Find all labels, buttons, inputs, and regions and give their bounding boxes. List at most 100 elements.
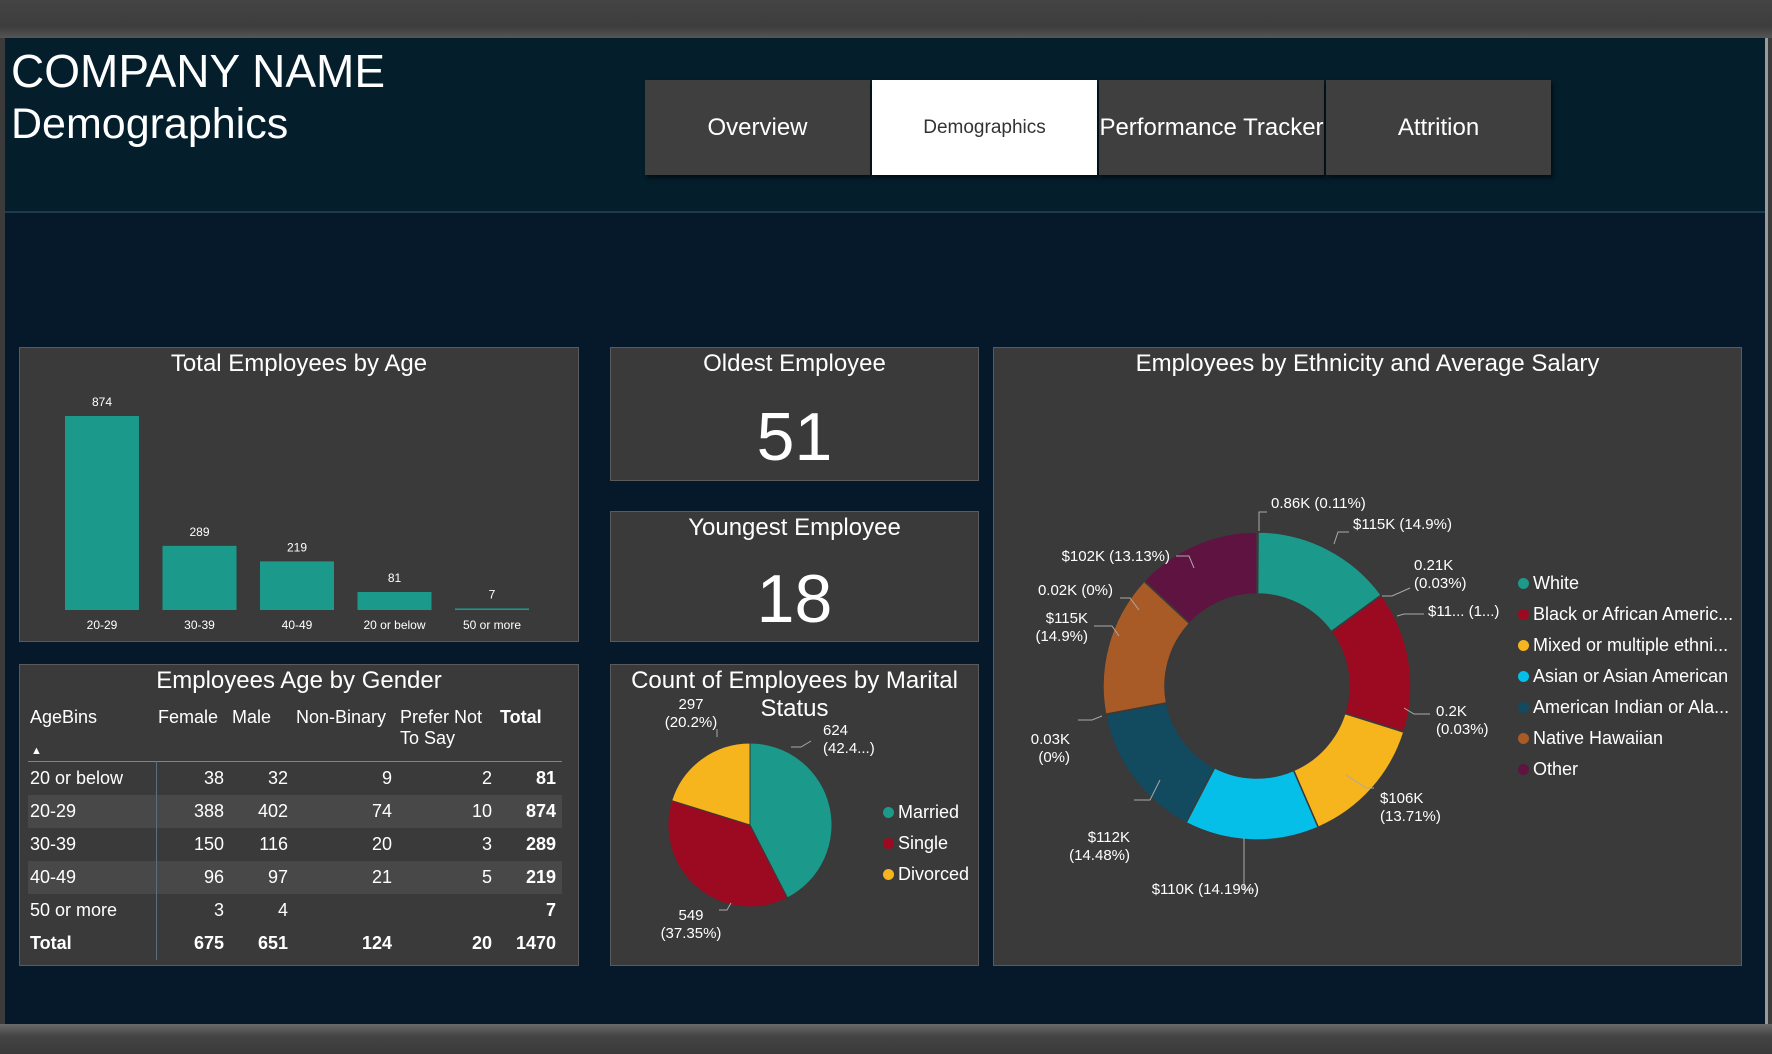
legend-item-divorced[interactable]: Divorced [883, 859, 969, 890]
bar-category-label: 40-49 [282, 618, 313, 632]
table-cell: 4 [277, 900, 288, 920]
bar-category-label: 20 or below [363, 618, 425, 632]
legend-item-married[interactable]: Married [883, 797, 969, 828]
column-header-total[interactable]: Total [498, 703, 562, 762]
oldest-employee-title: Oldest Employee [703, 350, 886, 377]
donut-data-label: 0.2K [1436, 703, 1467, 720]
donut-data-label: $115K (14.9%) [1353, 516, 1452, 533]
donut-data-label: 0.03K [1031, 731, 1070, 748]
marital-status-legend: Married Single Divorced [883, 797, 969, 890]
column-header-prefer-not-to-say[interactable]: Prefer Not To Say [398, 703, 498, 762]
pie-data-label: (42.4...) [823, 740, 875, 757]
pie-data-label: (20.2%) [665, 714, 718, 731]
donut-data-label: 0.21K [1414, 557, 1453, 574]
donut-data-label: 0.86K (0.11%) [1271, 495, 1366, 512]
legend-label: White [1533, 573, 1580, 593]
legend-dot [1518, 671, 1529, 682]
column-header-agebins[interactable]: AgeBins ▲ [28, 703, 156, 762]
donut-data-label: (13.71%) [1380, 808, 1441, 825]
table-cell: Total [28, 927, 157, 960]
table-row[interactable]: 40-49 96 97 21 5 219 [28, 861, 562, 894]
company-name: COMPANY NAME [11, 45, 386, 97]
bar-value-label: 219 [287, 540, 307, 554]
window-top-bar [0, 0, 1772, 38]
legend-item-native-hawaiian[interactable]: Native Hawaiian [1518, 723, 1733, 754]
ethnicity-salary-panel: Employees by Ethnicity and Average Salar… [993, 347, 1742, 966]
table-row[interactable]: 20 or below 38 32 9 2 81 [28, 761, 562, 795]
donut-data-label: $106K [1380, 790, 1423, 807]
nav-button-demographics[interactable]: Demographics [872, 80, 1097, 175]
bar-20-29[interactable] [65, 416, 139, 610]
report-canvas: COMPANY NAME Demographics Overview Demog… [5, 38, 1768, 1024]
nav-button-attrition[interactable]: Attrition [1326, 80, 1551, 175]
bar-category-label: 30-39 [184, 618, 215, 632]
table-cell: 116 [259, 834, 288, 854]
bar-category-label: 50 or more [463, 618, 521, 632]
legend-label: American Indian or Ala... [1533, 697, 1730, 717]
legend-item-mixed[interactable]: Mixed or multiple ethni... [1518, 630, 1733, 661]
table-total-row: Total 675 651 124 20 1470 [28, 927, 562, 960]
donut-data-label: (14.48%) [1069, 847, 1130, 864]
legend-label: Married [898, 802, 960, 822]
legend-item-single[interactable]: Single [883, 828, 969, 859]
legend-label: Mixed or multiple ethni... [1533, 635, 1729, 655]
legend-dot [883, 838, 894, 849]
bar-40-49[interactable] [260, 561, 334, 610]
table-cell: 20 [471, 933, 492, 953]
legend-dot [1518, 640, 1529, 651]
pie-data-label: 297 [678, 696, 703, 713]
report-header: COMPANY NAME Demographics Overview Demog… [5, 38, 1765, 213]
legend-dot [883, 869, 894, 880]
donut-data-label: (0.03%) [1436, 721, 1489, 738]
column-header-female[interactable]: Female [156, 703, 230, 762]
legend-label: Native Hawaiian [1533, 728, 1664, 748]
legend-dot [1518, 733, 1529, 744]
table-cell: 150 [193, 834, 224, 854]
legend-item-white[interactable]: White [1518, 568, 1733, 599]
table-cell: 675 [193, 933, 224, 953]
legend-dot [1518, 764, 1529, 775]
legend-label: Other [1533, 759, 1579, 779]
donut-data-label: $115K [1046, 610, 1088, 627]
legend-dot [1518, 702, 1529, 713]
table-cell: 40-49 [28, 861, 157, 894]
nav-button-overview[interactable]: Overview [645, 80, 870, 175]
ethnicity-legend: White Black or African Americ... Mixed o… [1518, 568, 1733, 785]
column-header-non-binary[interactable]: Non-Binary [294, 703, 398, 762]
table-row[interactable]: 30-39 150 116 20 3 289 [28, 828, 562, 861]
table-row[interactable]: 50 or more 3 4 7 [28, 894, 562, 927]
table-cell: 97 [230, 861, 294, 894]
table-cell: 7 [545, 900, 556, 920]
legend-item-black-or-african-american[interactable]: Black or African Americ... [1518, 599, 1733, 630]
table-cell: 1470 [515, 933, 556, 953]
donut-data-label: $112K [1088, 829, 1130, 846]
column-header-male[interactable]: Male [230, 703, 294, 762]
donut-data-label: 0.02K (0%) [1038, 582, 1113, 599]
table-cell: 21 [294, 861, 398, 894]
sort-ascending-icon[interactable]: ▲ [31, 741, 42, 762]
table-cell [294, 894, 398, 927]
table-cell: 96 [156, 861, 230, 894]
table-cell: 9 [381, 768, 392, 788]
legend-dot [1518, 578, 1529, 589]
table-cell: 50 or more [28, 894, 157, 927]
legend-item-other[interactable]: Other [1518, 754, 1733, 785]
donut-hole [1166, 595, 1348, 777]
donut-data-label: (14.9%) [1035, 628, 1088, 645]
table-cell: 124 [361, 933, 392, 953]
legend-item-asian[interactable]: Asian or Asian American [1518, 661, 1733, 692]
pie-data-label: 549 [678, 907, 703, 924]
bar-20 or below[interactable] [357, 592, 432, 610]
table-cell: 20 [371, 834, 392, 854]
age-gender-table: AgeBins ▲ Female Male Non-Binary Prefer N… [28, 703, 562, 960]
table-cell: 81 [535, 768, 556, 788]
legend-label: Asian or Asian American [1533, 666, 1729, 686]
nav-button-performance-tracker[interactable]: Performance Tracker [1099, 80, 1324, 175]
legend-item-american-indian[interactable]: American Indian or Ala... [1518, 692, 1733, 723]
bar-30-39[interactable] [162, 545, 237, 610]
bar-value-label: 289 [189, 525, 209, 539]
bar-50 or more[interactable] [455, 608, 529, 610]
legend-dot [883, 807, 894, 818]
table-row[interactable]: 20-29 388 402 74 10 874 [28, 795, 562, 828]
donut-data-label: (0.03%) [1414, 575, 1467, 592]
